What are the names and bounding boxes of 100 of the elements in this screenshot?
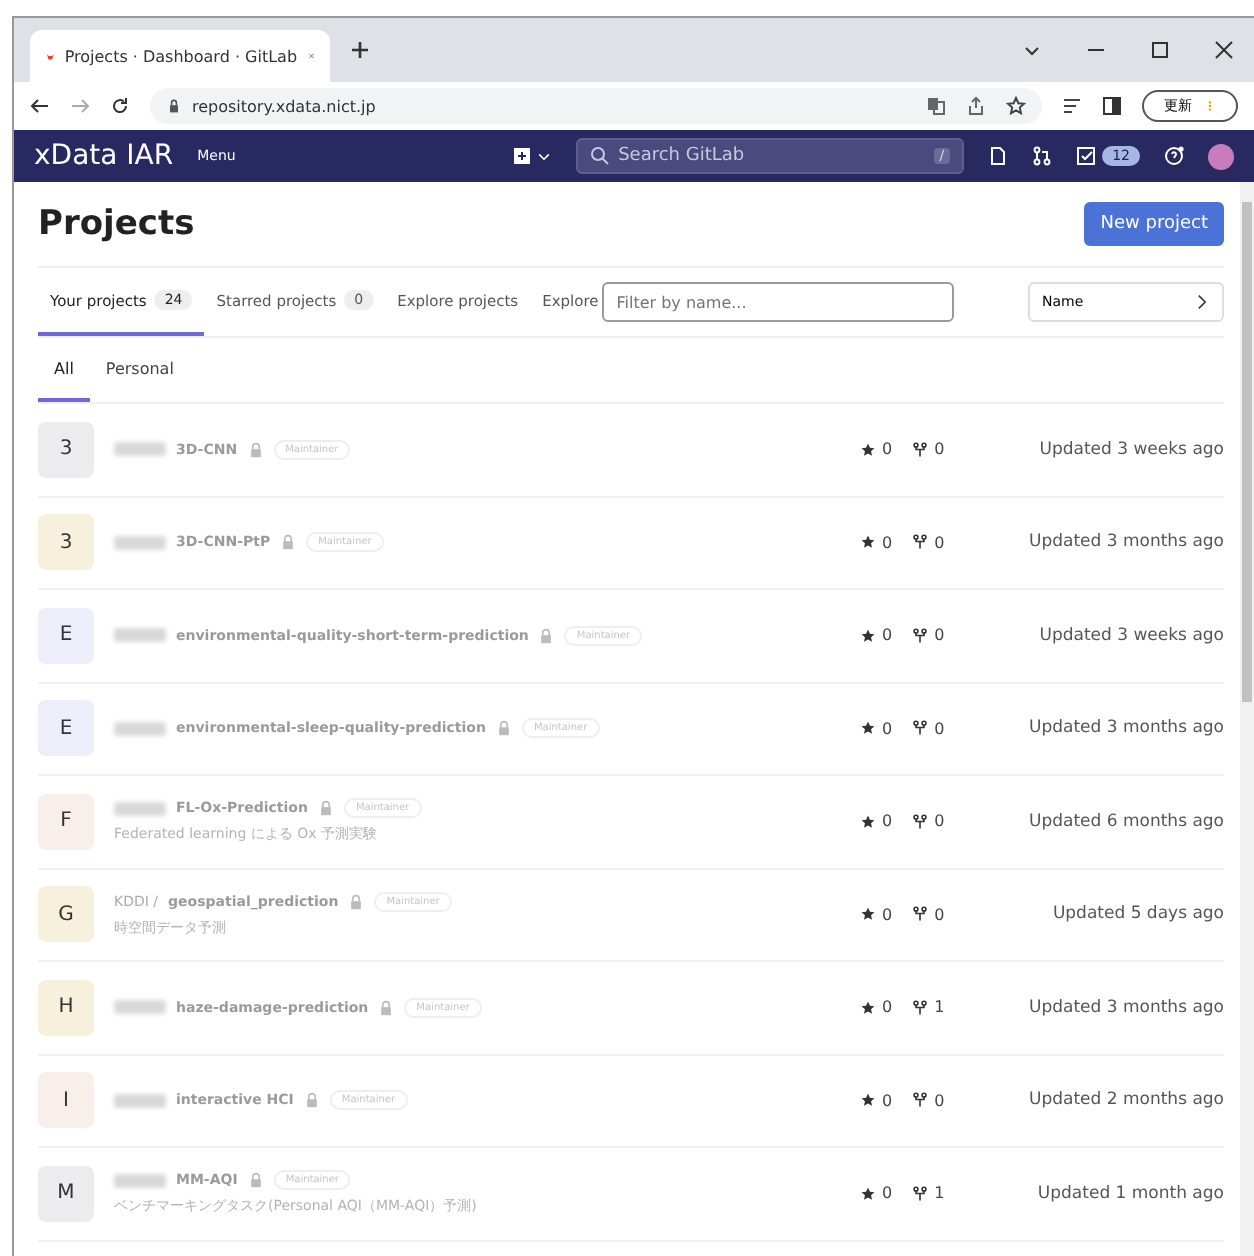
star-icon — [860, 720, 876, 737]
updated-time: Updated 3 months ago — [1026, 532, 1224, 553]
star-count[interactable]: 0 — [860, 1184, 893, 1203]
star-icon — [860, 534, 876, 551]
fork-count[interactable]: 0 — [912, 626, 945, 645]
blurred-namespace — [114, 1093, 166, 1108]
fork-count[interactable]: 0 — [912, 440, 945, 459]
star-count[interactable]: 0 — [860, 533, 893, 552]
fork-count[interactable]: 0 — [912, 1091, 945, 1110]
user-avatar[interactable] — [1208, 143, 1234, 169]
more-icon — [1204, 96, 1216, 116]
filter-tab[interactable]: Personal — [89, 338, 190, 402]
blurred-namespace — [114, 1173, 166, 1188]
share-icon — [966, 96, 986, 116]
new-project-button[interactable]: New project — [1084, 202, 1224, 246]
fork-count[interactable]: 0 — [912, 905, 945, 924]
star-icon — [860, 813, 876, 830]
updated-time: Updated 3 weeks ago — [1037, 439, 1224, 460]
search-icon — [590, 146, 611, 166]
fork-count[interactable]: 1 — [912, 1184, 945, 1203]
project-avatar[interactable]: 3 — [38, 421, 94, 478]
project-avatar[interactable]: G — [38, 886, 94, 943]
lock-icon — [348, 893, 365, 910]
lock-icon — [166, 98, 182, 114]
updated-time: Updated 1 month ago — [1035, 1183, 1224, 1204]
lock-icon — [378, 999, 395, 1016]
updated-time: Updated 6 months ago — [1026, 811, 1224, 832]
merge-request-icon — [1032, 146, 1053, 166]
address-bar[interactable]: repository.xdata.nict.jp — [150, 88, 1042, 124]
project-avatar[interactable]: 3 — [38, 514, 94, 571]
updated-time: Updated 3 months ago — [1026, 718, 1224, 739]
updated-time: Updated 3 weeks ago — [1037, 625, 1224, 646]
lock-icon — [317, 800, 334, 817]
fork-icon — [912, 1185, 929, 1202]
blurred-namespace — [114, 721, 166, 736]
project-avatar[interactable]: M — [38, 1165, 94, 1222]
blurred-namespace — [114, 535, 166, 550]
lock-icon — [247, 441, 264, 458]
chevron-down-icon — [536, 148, 553, 164]
side-panel-icon — [1102, 96, 1122, 116]
fork-count[interactable]: 0 — [912, 533, 945, 552]
updated-time: Updated 3 months ago — [1026, 997, 1224, 1018]
star-count[interactable]: 0 — [860, 440, 893, 459]
close-icon — [1214, 40, 1234, 60]
project-avatar[interactable]: I — [38, 1072, 94, 1129]
star-icon — [860, 1092, 876, 1109]
blurred-namespace — [114, 442, 166, 457]
star-icon — [860, 441, 876, 458]
lock-icon — [247, 1172, 264, 1189]
create-new-dropdown[interactable] — [512, 146, 553, 166]
star-count[interactable]: 0 — [860, 626, 893, 645]
browser-tab[interactable]: Projects · Dashboard · GitLab — [30, 30, 330, 82]
star-count[interactable]: 0 — [860, 905, 893, 924]
chevron-right-icon — [1194, 294, 1210, 310]
star-count[interactable]: 0 — [860, 1091, 893, 1110]
scrollbar-thumb[interactable] — [1242, 202, 1252, 702]
star-icon — [860, 1185, 876, 1202]
star-count[interactable]: 0 — [860, 998, 893, 1017]
fork-icon — [912, 1092, 929, 1109]
fork-icon — [912, 813, 929, 830]
filter-field[interactable]: Filter by name... — [602, 282, 955, 322]
star-icon — [1006, 96, 1026, 116]
back-icon — [30, 96, 50, 116]
page-title: Projects — [38, 204, 195, 244]
help-icon — [1164, 146, 1184, 166]
project-avatar[interactable]: E — [38, 700, 94, 757]
fork-icon — [912, 906, 929, 923]
url-text: repository.xdata.nict.jp — [192, 97, 376, 115]
star-icon — [860, 627, 876, 644]
issues-icon — [988, 146, 1009, 166]
project-avatar[interactable]: E — [38, 607, 94, 664]
lock-icon — [280, 534, 297, 551]
blurred-namespace — [114, 628, 166, 643]
lock-icon — [303, 1092, 320, 1109]
fork-count[interactable]: 0 — [912, 719, 945, 738]
fork-icon — [912, 720, 929, 737]
fork-icon — [912, 441, 929, 458]
project-avatar[interactable]: H — [38, 979, 94, 1036]
todo-icon — [1076, 146, 1097, 166]
reading-list-icon — [1062, 96, 1082, 116]
plus-square-icon — [512, 146, 533, 166]
lock-icon — [495, 720, 512, 737]
star-icon — [860, 999, 876, 1016]
translate-icon — [926, 96, 946, 116]
star-count[interactable]: 0 — [860, 719, 893, 738]
blurred-namespace — [114, 801, 166, 816]
star-count[interactable]: 0 — [860, 812, 893, 831]
updated-time: Updated 5 days ago — [1050, 904, 1224, 925]
lock-icon — [538, 627, 555, 644]
maximize-icon — [1150, 40, 1170, 60]
forward-icon — [70, 96, 90, 116]
fork-count[interactable]: 0 — [912, 812, 945, 831]
star-icon — [860, 906, 876, 923]
fork-count[interactable]: 1 — [912, 998, 945, 1017]
updated-time: Updated 2 months ago — [1026, 1090, 1224, 1111]
brand-name[interactable]: xData IAR — [34, 140, 174, 172]
project-avatar[interactable]: F — [38, 793, 94, 850]
filter-tab[interactable]: All — [38, 338, 90, 402]
fork-icon — [912, 999, 929, 1016]
fork-icon — [912, 534, 929, 551]
